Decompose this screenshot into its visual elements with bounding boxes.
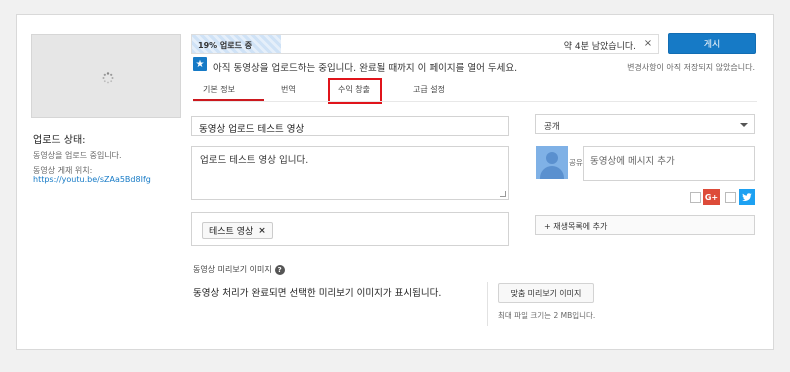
avatar [536,146,568,179]
tab-basic-info[interactable]: 기본 정보 [203,84,235,95]
avatar-head [546,152,558,164]
thumbnail-label-text: 동영상 미리보기 이미지 [193,265,272,274]
cancel-upload-close-icon[interactable]: × [642,38,654,49]
tab-translation[interactable]: 번역 [281,84,296,95]
custom-thumbnail-button[interactable]: 맞춤 미리보기 이미지 [498,283,594,303]
title-input[interactable]: 동영상 업로드 테스트 영상 [191,116,509,136]
upload-progress-percent: 19% 업로드 중 [198,41,253,50]
upload-status-message: 동영상을 업로드 중입니다. [33,151,122,160]
upload-status-title: 업로드 상태: [33,135,86,146]
upload-progress-bar: 19% 업로드 중 약 4분 남았습니다. × [191,34,659,54]
tabs-divider [193,101,757,102]
google-plus-checkbox[interactable] [690,192,701,203]
google-plus-icon: G+ [703,189,720,205]
avatar-body [540,166,564,179]
video-url-link[interactable]: https://youtu.be/sZAa5Bd8Ifg [33,175,151,184]
publish-button[interactable]: 게시 [668,33,756,54]
help-icon[interactable]: ? [274,264,285,275]
tags-input[interactable]: 테스트 영상 × [191,212,509,246]
video-thumbnail-placeholder [31,34,181,118]
thumbnail-message: 동영상 처리가 완료되면 선택한 미리보기 이미지가 표시됩니다. [193,288,442,299]
upload-card: 업로드 상태: 동영상을 업로드 중입니다. 동영상 게재 위치: https:… [16,14,774,350]
share-label: 공유 [569,158,583,167]
vertical-divider [487,282,488,326]
remove-tag-icon[interactable]: × [258,226,266,236]
loading-spinner-icon [102,72,114,84]
chevron-down-icon [740,123,748,127]
description-text: 업로드 테스트 영상 입니다. [200,155,309,166]
star-icon: ★ [193,57,207,71]
share-message-input[interactable]: 동영상에 메시지 추가 [583,146,755,181]
upload-notice-text: 아직 동영상을 업로드하는 중입니다. 완료될 때까지 이 페이지를 열어 두세… [213,63,518,74]
unsaved-changes-text: 변경사항이 아직 저장되지 않았습니다. [627,63,755,72]
tab-advanced-settings[interactable]: 고급 설정 [413,84,445,95]
upload-time-remaining: 약 4분 남았습니다. [563,42,636,52]
tag-chip: 테스트 영상 × [202,222,273,239]
add-to-playlist-button[interactable]: + 재생목록에 추가 [535,215,755,235]
max-file-size-text: 최대 파일 크기는 2 MB입니다. [498,311,596,320]
privacy-value: 공개 [544,122,560,132]
tag-label: 테스트 영상 [209,227,254,237]
twitter-icon [739,189,755,205]
description-textarea[interactable]: 업로드 테스트 영상 입니다. [191,146,509,200]
resize-handle-icon[interactable] [500,191,506,197]
thumbnail-section-label: 동영상 미리보기 이미지 ? [193,264,285,275]
privacy-select[interactable]: 공개 [535,114,755,134]
twitter-checkbox[interactable] [725,192,736,203]
